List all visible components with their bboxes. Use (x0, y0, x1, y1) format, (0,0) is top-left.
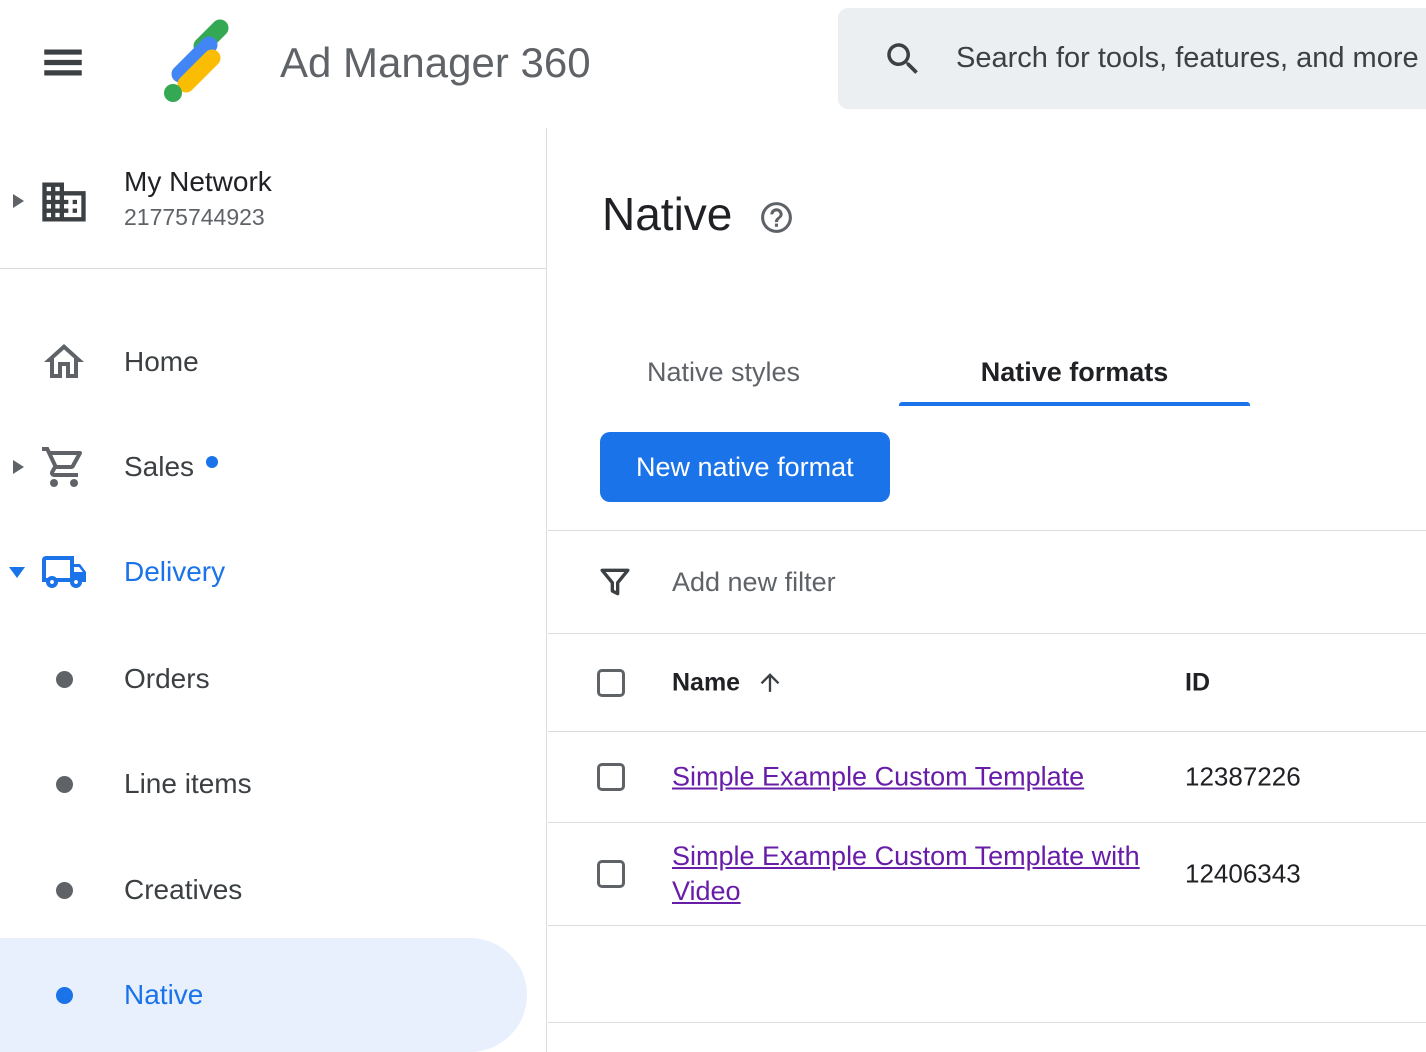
tab-bar: Native styles Native formats (548, 340, 1250, 404)
new-native-format-button[interactable]: New native format (600, 432, 890, 502)
sidebar-item-label: Delivery (124, 556, 225, 588)
sidebar-item-label: Native (124, 979, 203, 1011)
sidebar-divider (0, 268, 547, 269)
sidebar-item-home[interactable]: Home (0, 332, 547, 392)
page-title-row: Native (602, 182, 795, 246)
add-new-filter-input[interactable]: Add new filter (672, 567, 836, 598)
truck-icon (40, 548, 88, 596)
table-header-row: Name ID (548, 633, 1426, 731)
tab-native-styles[interactable]: Native styles (548, 340, 899, 404)
page-title: Native (602, 182, 732, 246)
network-name[interactable]: My Network (124, 166, 272, 198)
building-icon (38, 176, 90, 228)
home-icon (40, 338, 88, 386)
bullet-icon (56, 882, 73, 899)
sidebar-item-line-items[interactable]: Line items (0, 754, 547, 814)
format-name-link[interactable]: Simple Example Custom Template (672, 762, 1084, 792)
global-search[interactable] (838, 8, 1426, 109)
table-row: Simple Example Custom Template with Vide… (548, 822, 1426, 925)
table-empty-area (548, 925, 1426, 1022)
column-header-id: ID (1185, 668, 1210, 697)
app-title: Ad Manager 360 (280, 34, 591, 92)
column-header-name[interactable]: Name (672, 668, 784, 697)
sort-ascending-icon[interactable] (756, 669, 784, 697)
tab-label: Native formats (981, 357, 1169, 388)
tab-native-formats[interactable]: Native formats (899, 340, 1250, 404)
sidebar-item-native[interactable]: Native (0, 965, 547, 1025)
row-checkbox[interactable] (597, 763, 625, 791)
sidebar-item-creatives[interactable]: Creatives (0, 860, 547, 920)
sidebar-item-delivery[interactable]: Delivery (0, 542, 547, 602)
shopping-cart-icon (40, 443, 88, 491)
ad-manager-page: Ad Manager 360 My Network 21775744923 Ho… (0, 0, 1426, 1052)
sidebar-item-orders[interactable]: Orders (0, 649, 547, 709)
filter-bar[interactable]: Add new filter (548, 530, 1426, 633)
filter-icon (595, 562, 635, 602)
sidebar-item-label: Sales (124, 451, 194, 483)
select-all-checkbox[interactable] (597, 669, 625, 697)
row-checkbox[interactable] (597, 860, 625, 888)
chevron-down-icon[interactable] (9, 567, 25, 578)
bullet-icon (56, 776, 73, 793)
format-id-cell: 12387226 (1185, 762, 1301, 793)
sidebar-item-label: Home (124, 346, 199, 378)
help-icon[interactable] (758, 199, 795, 236)
sidebar: My Network 21775744923 Home Sales Delive… (0, 128, 547, 1052)
menu-icon[interactable] (38, 38, 88, 88)
sidebar-item-label: Line items (124, 768, 252, 800)
search-input[interactable] (954, 41, 1426, 76)
bullet-icon (56, 671, 73, 688)
format-id-cell: 12406343 (1185, 859, 1301, 890)
ad-manager-logo-icon (146, 14, 242, 110)
sidebar-item-label: Creatives (124, 874, 242, 906)
format-name-cell: Simple Example Custom Template (672, 760, 1084, 795)
bullet-icon (56, 987, 73, 1004)
table-bottom-border (548, 1022, 1426, 1023)
sidebar-item-label: Orders (124, 663, 210, 695)
network-id: 21775744923 (124, 204, 265, 231)
chevron-right-icon[interactable] (13, 460, 24, 474)
format-name-cell: Simple Example Custom Template with Vide… (672, 839, 1142, 909)
search-icon (882, 38, 924, 80)
column-label: Name (672, 668, 740, 697)
top-app-bar: Ad Manager 360 (0, 0, 1426, 128)
table-row: Simple Example Custom Template 12387226 (548, 731, 1426, 822)
tab-label: Native styles (647, 357, 800, 388)
main-content: Native Native styles Native formats New … (548, 128, 1426, 1052)
sidebar-item-sales[interactable]: Sales (0, 437, 547, 497)
network-expand-icon[interactable] (13, 194, 24, 208)
sales-notification-dot (206, 456, 218, 468)
format-name-link[interactable]: Simple Example Custom Template with Vide… (672, 841, 1140, 906)
